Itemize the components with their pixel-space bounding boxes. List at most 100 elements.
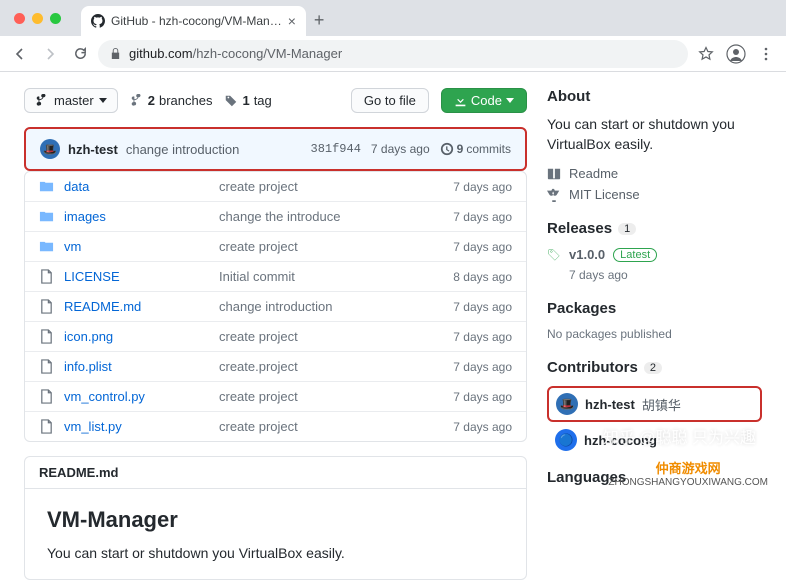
file-row[interactable]: README.md change introduction 7 days ago bbox=[25, 291, 526, 321]
file-row[interactable]: vm create project 7 days ago bbox=[25, 231, 526, 261]
git-branch-icon bbox=[35, 94, 49, 108]
folder-icon bbox=[39, 179, 54, 194]
browser-tab-strip: GitHub - hzh-cocong/VM-Man… × + bbox=[0, 0, 786, 36]
folder-icon bbox=[39, 209, 54, 224]
contributor-row[interactable]: 🎩 hzh-test 胡镇华 bbox=[547, 386, 762, 422]
latest-commit-bar[interactable]: hzh-test change introduction 381f944 7 d… bbox=[24, 127, 527, 171]
file-time: 7 days ago bbox=[453, 210, 512, 224]
browser-toolbar: github.com/hzh-cocong/VM-Manager bbox=[0, 36, 786, 72]
file-time: 7 days ago bbox=[453, 360, 512, 374]
profile-icon[interactable] bbox=[724, 42, 748, 66]
commits-count[interactable]: 9 bbox=[457, 142, 464, 156]
release-time: 7 days ago bbox=[547, 268, 762, 282]
readme-filename[interactable]: README.md bbox=[25, 457, 526, 489]
readme-box: README.md VM-Manager You can start or sh… bbox=[24, 456, 527, 580]
file-name[interactable]: vm_list.py bbox=[64, 419, 209, 434]
author-avatar[interactable] bbox=[40, 139, 60, 159]
window-controls bbox=[10, 13, 61, 24]
file-time: 7 days ago bbox=[453, 420, 512, 434]
file-name[interactable]: info.plist bbox=[64, 359, 209, 374]
watermark-logo: 仲商游戏网 ZHONGSHANGYOUXIWANG.COM bbox=[608, 458, 768, 488]
star-icon[interactable] bbox=[694, 42, 718, 66]
file-time: 8 days ago bbox=[453, 270, 512, 284]
file-icon bbox=[39, 299, 54, 314]
readme-heading: VM-Manager bbox=[47, 507, 504, 533]
go-to-file-button[interactable]: Go to file bbox=[351, 88, 429, 113]
commit-time: 7 days ago bbox=[371, 142, 430, 156]
about-description: You can start or shutdown you VirtualBox… bbox=[547, 115, 762, 154]
file-commit-message[interactable]: Initial commit bbox=[219, 269, 443, 284]
file-commit-message[interactable]: create.project bbox=[219, 359, 443, 374]
file-name[interactable]: README.md bbox=[64, 299, 209, 314]
tab-close-icon[interactable]: × bbox=[288, 13, 296, 29]
tag-icon bbox=[547, 248, 561, 262]
github-favicon-icon bbox=[91, 14, 105, 28]
book-icon bbox=[547, 167, 561, 181]
repo-toolbar: master 2 branches 1 tag Go to file Code bbox=[24, 88, 527, 113]
address-bar[interactable]: github.com/hzh-cocong/VM-Manager bbox=[98, 40, 688, 68]
file-row[interactable]: icon.png create project 7 days ago bbox=[25, 321, 526, 351]
forward-button[interactable] bbox=[38, 42, 62, 66]
chevron-down-icon bbox=[99, 98, 107, 103]
file-name[interactable]: data bbox=[64, 179, 209, 194]
file-name[interactable]: LICENSE bbox=[64, 269, 209, 284]
file-icon bbox=[39, 359, 54, 374]
law-icon bbox=[547, 188, 561, 202]
url-host: github.com bbox=[129, 46, 193, 61]
menu-icon[interactable] bbox=[754, 42, 778, 66]
file-row[interactable]: info.plist create.project 7 days ago bbox=[25, 351, 526, 381]
browser-tab[interactable]: GitHub - hzh-cocong/VM-Man… × bbox=[81, 6, 306, 36]
readme-body-text: You can start or shutdown you VirtualBox… bbox=[47, 545, 504, 561]
release-link[interactable]: v1.0.0 Latest bbox=[547, 247, 762, 262]
code-button[interactable]: Code bbox=[441, 88, 527, 113]
new-tab-button[interactable]: + bbox=[314, 10, 325, 31]
file-time: 7 days ago bbox=[453, 300, 512, 314]
file-name[interactable]: vm bbox=[64, 239, 209, 254]
file-row[interactable]: vm_list.py create project 7 days ago bbox=[25, 411, 526, 441]
file-icon bbox=[39, 389, 54, 404]
readme-link[interactable]: Readme bbox=[547, 166, 762, 181]
tab-title: GitHub - hzh-cocong/VM-Man… bbox=[111, 14, 282, 28]
tags-link[interactable]: 1 tag bbox=[224, 93, 271, 108]
commit-sha[interactable]: 381f944 bbox=[311, 142, 361, 156]
file-name[interactable]: icon.png bbox=[64, 329, 209, 344]
file-time: 7 days ago bbox=[453, 390, 512, 404]
file-row[interactable]: vm_control.py create project 7 days ago bbox=[25, 381, 526, 411]
file-commit-message[interactable]: create project bbox=[219, 329, 443, 344]
minimize-window-icon[interactable] bbox=[32, 13, 43, 24]
contributor-avatar: 🎩 bbox=[556, 393, 578, 415]
history-icon bbox=[440, 142, 454, 156]
contributors-heading[interactable]: Contributors bbox=[547, 359, 638, 376]
file-row[interactable]: LICENSE Initial commit 8 days ago bbox=[25, 261, 526, 291]
packages-none: No packages published bbox=[547, 327, 762, 341]
chevron-down-icon bbox=[506, 98, 514, 103]
close-window-icon[interactable] bbox=[14, 13, 25, 24]
file-name[interactable]: images bbox=[64, 209, 209, 224]
latest-badge: Latest bbox=[613, 248, 657, 262]
file-time: 7 days ago bbox=[453, 330, 512, 344]
file-row[interactable]: images change the introduce 7 days ago bbox=[25, 201, 526, 231]
releases-heading[interactable]: Releases bbox=[547, 220, 612, 237]
file-commit-message[interactable]: create project bbox=[219, 419, 443, 434]
file-commit-message[interactable]: create project bbox=[219, 239, 443, 254]
git-branch-icon bbox=[130, 94, 144, 108]
file-commit-message[interactable]: change the introduce bbox=[219, 209, 443, 224]
file-commit-message[interactable]: create project bbox=[219, 389, 443, 404]
packages-heading[interactable]: Packages bbox=[547, 300, 762, 317]
reload-button[interactable] bbox=[68, 42, 92, 66]
maximize-window-icon[interactable] bbox=[50, 13, 61, 24]
file-commit-message[interactable]: create project bbox=[219, 179, 443, 194]
watermark-text: 知乎 @聪聪 只为兴趣 bbox=[603, 424, 756, 448]
branches-link[interactable]: 2 branches bbox=[130, 93, 213, 108]
commit-author[interactable]: hzh-test bbox=[68, 142, 118, 157]
license-link[interactable]: MIT License bbox=[547, 187, 762, 202]
branch-select[interactable]: master bbox=[24, 88, 118, 113]
file-name[interactable]: vm_control.py bbox=[64, 389, 209, 404]
file-row[interactable]: datacreate project7 days ago bbox=[25, 172, 526, 201]
commit-message[interactable]: change introduction bbox=[126, 142, 239, 157]
file-commit-message[interactable]: change introduction bbox=[219, 299, 443, 314]
file-time: 7 days ago bbox=[453, 240, 512, 254]
url-path: /hzh-cocong/VM-Manager bbox=[193, 46, 343, 61]
about-heading: About bbox=[547, 88, 762, 105]
back-button[interactable] bbox=[8, 42, 32, 66]
